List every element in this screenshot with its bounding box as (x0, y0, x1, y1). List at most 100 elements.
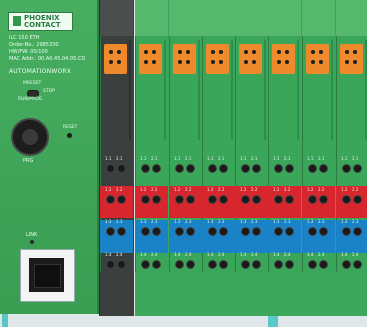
terminal-screw-icon (106, 260, 115, 269)
module-rib (297, 40, 299, 140)
reset-button-icon[interactable] (67, 133, 72, 138)
runprog-label: RUN/PROG (18, 97, 43, 102)
terminal-label: 2.1 (284, 156, 291, 161)
led-dot (277, 60, 281, 64)
device-photo: PHOENIX CONTACT ILC 150 ETH Order-No.: 2… (0, 0, 367, 327)
terminal-screw-icon (186, 260, 195, 269)
terminal-screw-icon (285, 164, 294, 173)
blue-band (100, 220, 133, 253)
terminal-screw-icon (274, 195, 283, 204)
link-label: LINK (26, 232, 38, 238)
mac-text: MAC Addr.: 00.A0.45.04.05.CD (9, 56, 86, 62)
module-top-strip (100, 0, 133, 36)
terminal-label: 2.3 (251, 219, 258, 224)
module-base (202, 272, 235, 316)
blue-band (135, 220, 168, 253)
led-dot (319, 60, 323, 64)
led-dot (219, 60, 223, 64)
terminal-label: 2.4 (352, 252, 359, 257)
terminal-label: 1.4 (240, 252, 247, 257)
terminal-label: 1.2 (240, 187, 247, 192)
terminal-screw-icon (219, 260, 228, 269)
terminal-screw-icon (353, 227, 362, 236)
module-base (302, 272, 335, 316)
orange-led-block (306, 44, 329, 74)
module-top-strip (302, 0, 335, 36)
terminal-label: 2.3 (318, 219, 325, 224)
led-dot (117, 60, 121, 64)
led-dot (252, 60, 256, 64)
led-dot (311, 60, 315, 64)
terminal-screw-icon (252, 260, 261, 269)
terminal-screw-icon (241, 227, 250, 236)
terminal-screw-icon (141, 195, 150, 204)
terminal-label: 2.1 (251, 156, 258, 161)
terminal-label: 2.3 (185, 219, 192, 224)
order-text: Order-No.: 2985330 (9, 42, 59, 48)
terminal-screw-icon (319, 227, 328, 236)
blue-band (302, 220, 335, 253)
terminal-screw-icon (106, 195, 115, 204)
terminal-label: 1.4 (207, 252, 214, 257)
led-dot (144, 60, 148, 64)
phoenix-logo-icon: PHOENIX CONTACT (8, 12, 73, 31)
led-dot (109, 50, 113, 54)
terminal-label: 1.1 (273, 156, 280, 161)
terminal-label: 2.4 (318, 252, 325, 257)
terminal-screw-icon (141, 227, 150, 236)
ps2-connector-icon[interactable] (11, 118, 49, 156)
led-dot (178, 60, 182, 64)
terminal-screw-icon (117, 195, 126, 204)
terminal-screw-icon (141, 164, 150, 173)
terminal-screw-icon (141, 260, 150, 269)
terminal-screw-icon (152, 227, 161, 236)
module-base (235, 272, 268, 316)
led-dot (219, 50, 223, 54)
module-rib (198, 40, 200, 140)
orange-led-block (139, 44, 162, 74)
terminal-label: 1.3 (307, 219, 314, 224)
module-rib (331, 40, 333, 140)
terminal-screw-icon (308, 260, 317, 269)
module-base (100, 272, 133, 316)
terminal-label: 1.2 (341, 187, 348, 192)
terminal-screw-icon (117, 227, 126, 236)
led-dot (319, 50, 323, 54)
module-top-strip (135, 0, 168, 36)
terminal-label: 1.1 (341, 156, 348, 161)
link-led (30, 240, 34, 244)
terminal-label: 1.2 (105, 187, 112, 192)
led-dot (211, 50, 215, 54)
led-dot (353, 50, 357, 54)
terminal-label: 1.3 (174, 219, 181, 224)
terminal-label: 2.3 (284, 219, 291, 224)
blue-band (268, 220, 301, 253)
terminal-label: 2.4 (251, 252, 258, 257)
terminal-label: 2.1 (218, 156, 225, 161)
terminal-screw-icon (219, 195, 228, 204)
terminal-label: 1.3 (105, 219, 112, 224)
terminal-label: 2.3 (352, 219, 359, 224)
led-dot (277, 50, 281, 54)
mreset-label: MRESET (23, 81, 42, 86)
terminal-label: 1.4 (105, 252, 112, 257)
terminal-screw-icon (219, 227, 228, 236)
terminal-label: 1.2 (273, 187, 280, 192)
module-top-strip (336, 0, 367, 36)
terminal-label: 2.2 (318, 187, 325, 192)
terminal-label: 1.3 (240, 219, 247, 224)
terminal-label: 2.1 (352, 156, 359, 161)
mode-switch-icon[interactable] (27, 90, 39, 97)
module-rib (129, 40, 131, 140)
terminal-label: 1.2 (174, 187, 181, 192)
ethernet-port-icon[interactable] (20, 249, 75, 302)
terminal-screw-icon (175, 164, 184, 173)
series-label: AUTOMATIONWORX (9, 68, 72, 75)
terminal-label: 1.4 (174, 252, 181, 257)
terminal-label: 1.4 (140, 252, 147, 257)
terminal-screw-icon (219, 164, 228, 173)
terminal-label: 1.1 (240, 156, 247, 161)
terminal-screw-icon (252, 164, 261, 173)
terminal-screw-icon (152, 164, 161, 173)
terminal-label: 2.4 (151, 252, 158, 257)
